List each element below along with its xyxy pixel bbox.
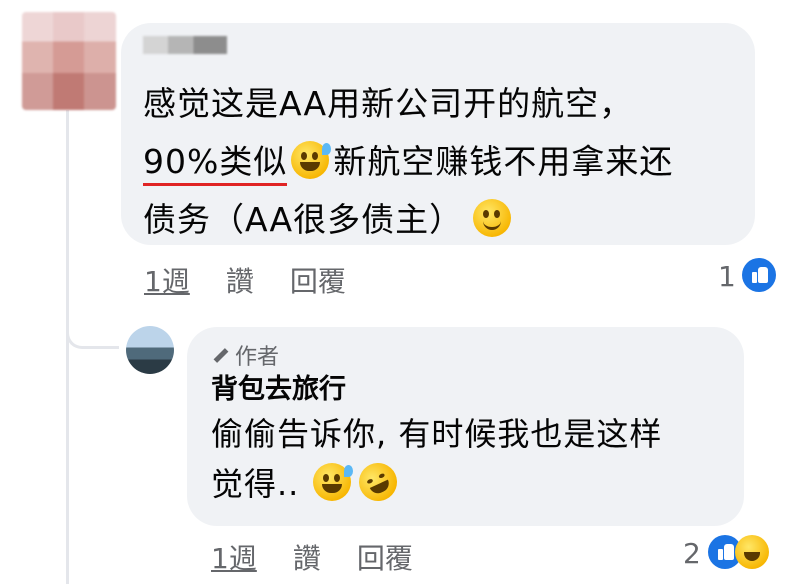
comment-bubble: 感觉这是AA用新公司开的航空， 90%类似 新航空赚钱不用拿来还 债务（AA很多债…: [121, 23, 755, 245]
comment-line-3-text: 债务（AA很多债主）: [143, 200, 464, 239]
reply-bubble: 作者 背包去旅行 偷偷告诉你, 有时候我也是这样 觉得..: [187, 327, 744, 526]
author-badge-label: 作者: [235, 345, 280, 370]
comment-line-2-rest: 新航空赚钱不用拿来还: [333, 142, 674, 181]
comment-reaction-count[interactable]: 1: [718, 260, 736, 293]
reply-actions: 1週 讚 回覆: [211, 537, 413, 577]
thread-connector: [66, 300, 119, 349]
comment-line-3: 债务（AA很多债主）: [143, 191, 755, 249]
comment-like-button[interactable]: 讚: [226, 260, 254, 300]
haha-reaction-icon[interactable]: [735, 535, 769, 569]
comment-actions: 1週 讚 回覆: [144, 260, 346, 300]
reply-line-2: 觉得..: [211, 456, 744, 509]
thread-line: [66, 110, 69, 584]
reply-like-button[interactable]: 讚: [293, 537, 321, 577]
comment-line-2: 90%类似 新航空赚钱不用拿来还: [143, 133, 755, 191]
reply-line-2-text: 觉得..: [211, 465, 300, 503]
underlined-text: 90%类似: [143, 142, 288, 186]
slightly-smiling-emoji-icon: [473, 199, 512, 237]
comment-reply-button[interactable]: 回覆: [290, 260, 346, 300]
rofl-emoji-icon: [353, 456, 404, 508]
reply-author-name[interactable]: 背包去旅行: [211, 371, 744, 409]
author-avatar[interactable]: [126, 326, 174, 374]
reply-line-1: 偷偷告诉你, 有时候我也是这样: [211, 415, 663, 453]
reply-reply-button[interactable]: 回覆: [357, 537, 413, 577]
pencil-icon: [211, 346, 229, 364]
author-badge: 作者: [211, 341, 744, 370]
grinning-sweat-emoji-icon: [291, 141, 332, 179]
commenter-avatar-blurred[interactable]: [22, 12, 116, 110]
like-reaction-icon[interactable]: [742, 258, 776, 292]
commenter-name-blurred[interactable]: [143, 36, 227, 54]
grinning-sweat-emoji-icon: [313, 463, 354, 501]
comment-time-link[interactable]: 1週: [144, 260, 190, 300]
reply-reaction-count[interactable]: 2: [683, 537, 701, 570]
reply-time-link[interactable]: 1週: [211, 537, 257, 577]
comment-line-1: 感觉这是AA用新公司开的航空，: [143, 84, 634, 123]
